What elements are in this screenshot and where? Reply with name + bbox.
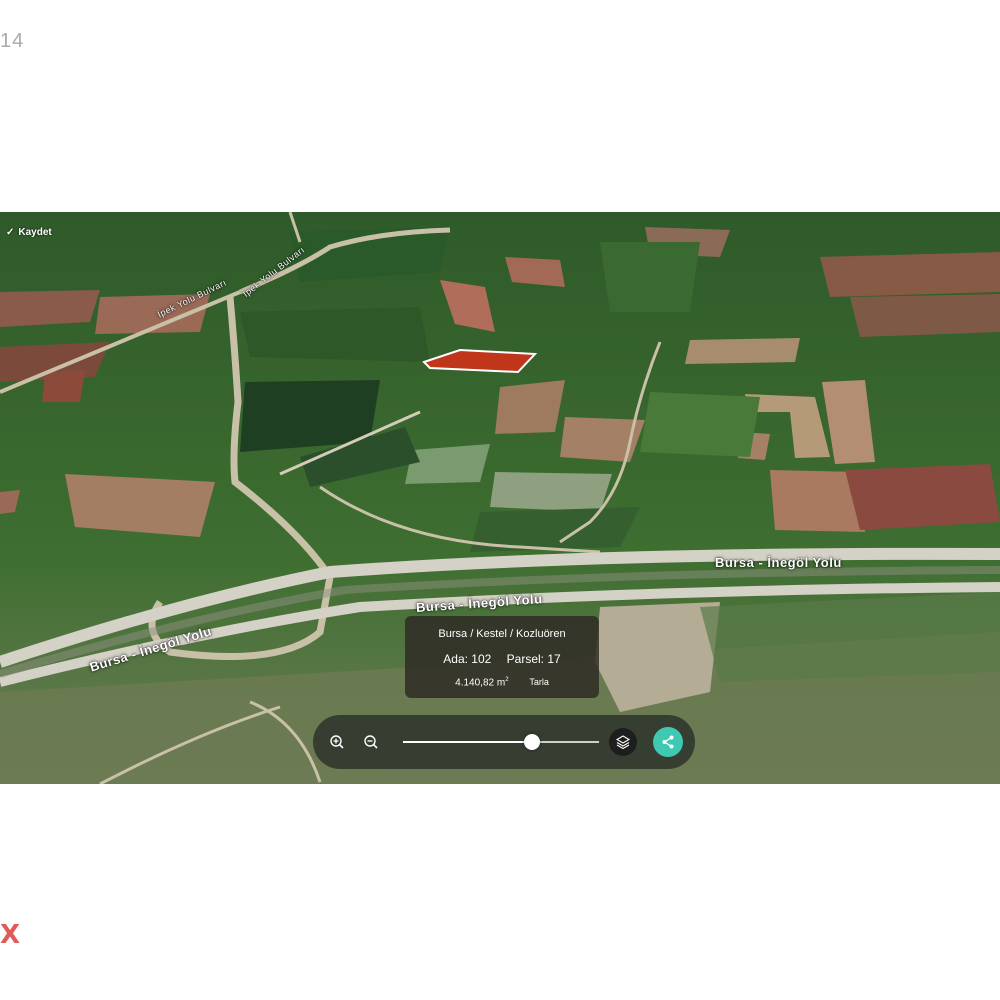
zoom-out-icon [364, 735, 378, 749]
zoom-slider[interactable] [403, 734, 599, 750]
zoom-slider-fill [403, 741, 533, 743]
layers-icon [615, 735, 631, 750]
page-number: 14 [0, 30, 25, 52]
layers-button[interactable] [609, 728, 637, 756]
zoom-slider-handle[interactable] [524, 734, 541, 750]
parcel-land-type: Tarla [529, 677, 549, 688]
parcel-info-card: Bursa / Kestel / Kozluören Ada: 102 Pars… [405, 616, 599, 698]
zoom-out-button[interactable] [359, 730, 383, 754]
share-button[interactable] [653, 727, 683, 757]
zoom-in-icon [330, 735, 344, 749]
parcel-location: Bursa / Kestel / Kozluören [438, 628, 566, 640]
save-button[interactable]: ✓ Kaydet [6, 227, 52, 238]
map-controls-bar [313, 715, 695, 769]
zoom-in-button[interactable] [325, 730, 349, 754]
parcel-parsel: Parsel: 17 [506, 652, 561, 666]
parcel-area: 4.140,82 m [455, 677, 506, 689]
satellite-imagery [0, 212, 1000, 784]
parcel-area-unit: 2 [505, 677, 509, 683]
parcel-ada: Ada: 102 [443, 652, 492, 666]
satellite-map[interactable]: ✓ Kaydet İpek Yolu Bulvarı İpek Yolu Bul… [0, 212, 1000, 784]
save-label: Kaydet [18, 227, 52, 238]
road-label-highway-right: Bursa - İnegöl Yolu [715, 555, 842, 570]
save-icon: ✓ [6, 227, 15, 238]
close-mark-icon[interactable]: X [0, 920, 20, 950]
share-icon [662, 735, 674, 749]
